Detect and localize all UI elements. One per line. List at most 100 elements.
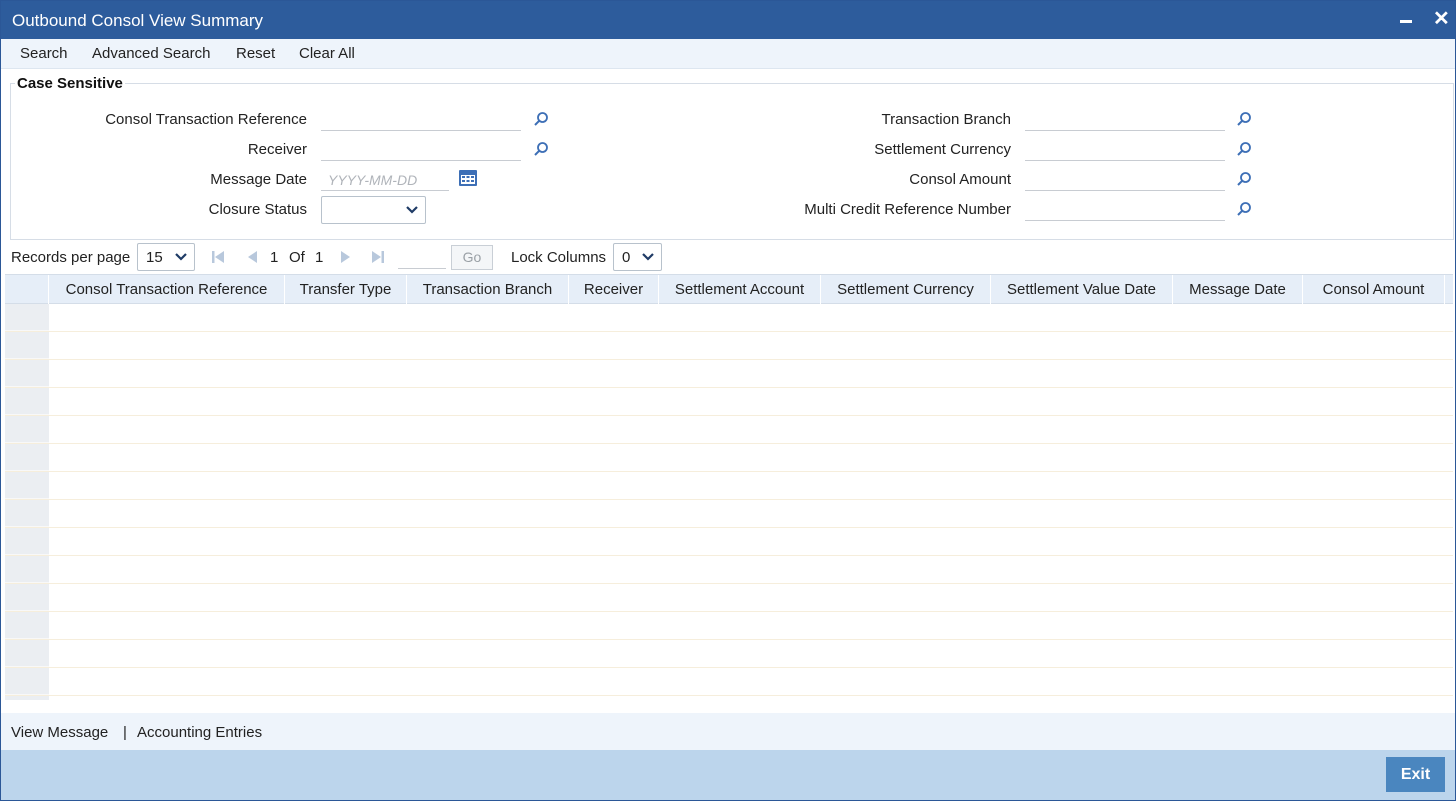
table-row[interactable] [5,500,1453,528]
consol-amount-label: Consol Amount [909,171,1011,188]
exit-button[interactable]: Exit [1386,757,1445,792]
multi-credit-ref-input[interactable] [1025,199,1225,221]
table-row[interactable] [5,528,1453,556]
of-label: Of [289,249,305,266]
table-row[interactable] [5,696,1453,700]
table-row[interactable] [5,304,1453,332]
table-row[interactable] [5,416,1453,444]
search-icon[interactable] [1236,141,1252,157]
records-per-page-select[interactable]: 15 [137,243,195,271]
grid-header: Consol Transaction Reference Transfer Ty… [5,274,1453,304]
row-selector[interactable] [5,332,49,359]
reset-button[interactable]: Reset [236,45,275,62]
row-selector[interactable] [5,612,49,639]
closure-status-label: Closure Status [208,201,307,218]
row-selector[interactable] [5,472,49,499]
message-date-label: Message Date [210,171,307,188]
column-header[interactable]: Transaction Branch [407,275,569,304]
search-icon[interactable] [1236,171,1252,187]
footer-links: View Message | Accounting Entries [1,713,1455,750]
column-header[interactable]: Receiver [569,275,659,304]
lock-columns-label: Lock Columns [511,249,607,266]
column-header[interactable]: Settlement Account [659,275,821,304]
search-button[interactable]: Search [20,45,68,62]
pagination-bar: Records per page 15 1 Of 1 Go Lock Colum… [1,241,1455,273]
receiver-label: Receiver [247,141,307,158]
chevron-down-icon [406,206,418,214]
column-header[interactable]: Consol Amount [1303,275,1445,304]
close-icon[interactable]: ✕ [1433,9,1450,29]
window-title: Outbound Consol View Summary [12,11,264,30]
view-message-link[interactable]: View Message [11,724,108,741]
column-header[interactable]: Settlement Currency [821,275,991,304]
column-header[interactable]: Consol Transaction Reference [49,275,285,304]
minimize-icon[interactable] [1400,12,1414,28]
first-page-icon[interactable] [211,250,225,264]
consol-amount-input[interactable] [1025,169,1225,191]
table-row[interactable] [5,472,1453,500]
lock-columns-select[interactable]: 0 [613,243,662,271]
table-row[interactable] [5,556,1453,584]
search-icon[interactable] [533,111,549,127]
table-row[interactable] [5,332,1453,360]
txn-branch-label: Transaction Branch [881,111,1011,128]
chevron-down-icon [175,253,187,261]
row-selector[interactable] [5,556,49,583]
consol-ref-input[interactable] [321,109,521,131]
case-sensitive-legend: Case Sensitive [15,75,125,92]
chevron-down-icon [642,253,654,261]
column-header[interactable]: Transfer Type [285,275,407,304]
settlement-currency-input[interactable] [1025,139,1225,161]
closure-status-select[interactable] [321,196,426,224]
row-selector[interactable] [5,696,49,700]
results-grid: Consol Transaction Reference Transfer Ty… [5,274,1453,700]
select-all-header[interactable] [5,275,49,304]
current-page-number: 1 [270,249,279,266]
search-icon[interactable] [1236,111,1252,127]
consol-ref-label: Consol Transaction Reference [105,111,307,128]
previous-page-icon[interactable] [245,250,259,264]
advanced-search-button[interactable]: Advanced Search [92,45,210,62]
calendar-icon[interactable] [458,169,478,187]
link-separator: | [123,724,127,741]
lock-columns-value: 0 [622,249,631,266]
accounting-entries-link[interactable]: Accounting Entries [137,724,262,741]
table-row[interactable] [5,668,1453,696]
toolbar: Search Advanced Search Reset Clear All [1,39,1455,69]
table-row[interactable] [5,444,1453,472]
clear-all-button[interactable]: Clear All [299,45,355,62]
table-row[interactable] [5,388,1453,416]
total-pages-number: 1 [315,249,324,266]
row-selector[interactable] [5,388,49,415]
table-row[interactable] [5,612,1453,640]
search-icon[interactable] [533,141,549,157]
go-to-page-input[interactable] [398,245,446,269]
search-icon[interactable] [1236,201,1252,217]
go-button[interactable]: Go [451,245,493,270]
table-row[interactable] [5,584,1453,612]
title-bar: Outbound Consol View Summary ✕ [1,1,1455,39]
row-selector[interactable] [5,528,49,555]
row-selector[interactable] [5,500,49,527]
row-selector[interactable] [5,360,49,387]
message-date-input[interactable] [321,169,449,191]
row-selector[interactable] [5,584,49,611]
records-per-page-label: Records per page [11,249,131,266]
row-selector[interactable] [5,416,49,443]
row-selector[interactable] [5,640,49,667]
settlement-currency-label: Settlement Currency [874,141,1011,158]
row-selector[interactable] [5,668,49,695]
next-page-icon[interactable] [339,250,353,264]
table-row[interactable] [5,360,1453,388]
summary-window: Outbound Consol View Summary ✕ Search Ad… [0,0,1456,801]
row-selector[interactable] [5,304,49,331]
table-row[interactable] [5,640,1453,668]
receiver-input[interactable] [321,139,521,161]
column-header[interactable]: Message Date [1173,275,1303,304]
multi-credit-ref-label: Multi Credit Reference Number [804,201,1011,218]
last-page-icon[interactable] [371,250,385,264]
row-selector[interactable] [5,444,49,471]
txn-branch-input[interactable] [1025,109,1225,131]
column-header[interactable]: Settlement Value Date [991,275,1173,304]
records-per-page-value: 15 [146,249,163,266]
